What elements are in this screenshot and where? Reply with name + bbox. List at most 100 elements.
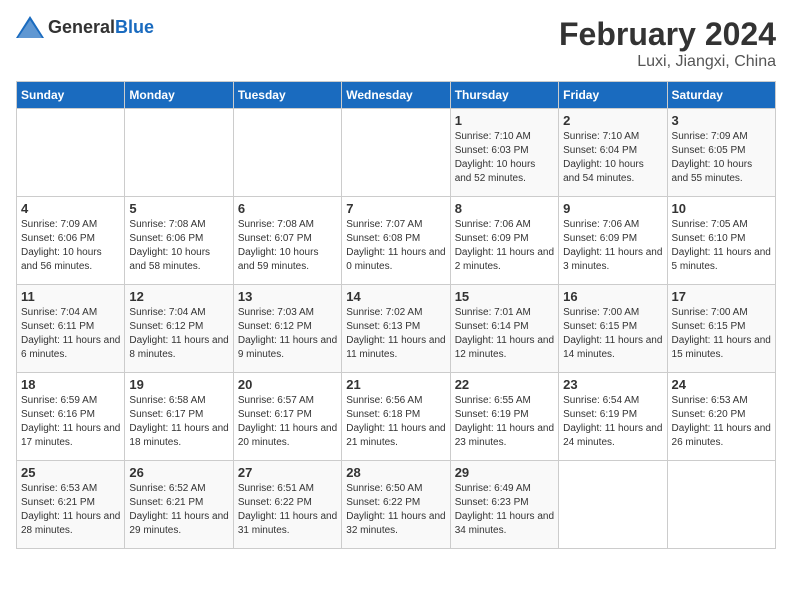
day-number: 19 bbox=[129, 377, 228, 392]
calendar-day-cell: 20 Sunrise: 6:57 AM Sunset: 6:17 PM Dayli… bbox=[233, 373, 341, 461]
calendar-header-row: SundayMondayTuesdayWednesdayThursdayFrid… bbox=[17, 82, 776, 109]
day-info: Sunrise: 6:59 AM Sunset: 6:16 PM Dayligh… bbox=[21, 394, 120, 450]
day-info: Sunrise: 6:50 AM Sunset: 6:22 PM Dayligh… bbox=[346, 482, 445, 538]
day-info: Sunrise: 6:51 AM Sunset: 6:22 PM Dayligh… bbox=[238, 482, 337, 538]
day-of-week-header: Wednesday bbox=[342, 82, 450, 109]
calendar-day-cell: 19 Sunrise: 6:58 AM Sunset: 6:17 PM Dayli… bbox=[125, 373, 233, 461]
calendar-body: 1 Sunrise: 7:10 AM Sunset: 6:03 PM Daylig… bbox=[17, 109, 776, 549]
day-number: 4 bbox=[21, 201, 120, 216]
day-number: 21 bbox=[346, 377, 445, 392]
day-number: 14 bbox=[346, 289, 445, 304]
logo-text-general: General bbox=[48, 17, 115, 37]
day-number: 8 bbox=[455, 201, 554, 216]
day-of-week-header: Monday bbox=[125, 82, 233, 109]
day-number: 2 bbox=[563, 113, 662, 128]
calendar-day-cell: 26Sunrise: 6:52 AM Sunset: 6:21 PM Dayli… bbox=[125, 461, 233, 549]
day-number: 5 bbox=[129, 201, 228, 216]
calendar-day-cell: 18 Sunrise: 6:59 AM Sunset: 6:16 PM Dayli… bbox=[17, 373, 125, 461]
day-of-week-header: Sunday bbox=[17, 82, 125, 109]
calendar-day-cell: 5Sunrise: 7:08 AM Sunset: 6:06 PM Daylig… bbox=[125, 197, 233, 285]
calendar-day-cell: 10 Sunrise: 7:05 AM Sunset: 6:10 PM Dayli… bbox=[667, 197, 775, 285]
calendar-day-cell bbox=[17, 109, 125, 197]
day-of-week-header: Thursday bbox=[450, 82, 558, 109]
calendar-day-cell: 9Sunrise: 7:06 AM Sunset: 6:09 PM Daylig… bbox=[559, 197, 667, 285]
day-number: 11 bbox=[21, 289, 120, 304]
logo-text-blue: Blue bbox=[115, 17, 154, 37]
day-number: 7 bbox=[346, 201, 445, 216]
day-number: 27 bbox=[238, 465, 337, 480]
day-of-week-header: Saturday bbox=[667, 82, 775, 109]
day-number: 15 bbox=[455, 289, 554, 304]
calendar-day-cell: 14 Sunrise: 7:02 AM Sunset: 6:13 PM Dayli… bbox=[342, 285, 450, 373]
calendar-day-cell: 23Sunrise: 6:54 AM Sunset: 6:19 PM Dayli… bbox=[559, 373, 667, 461]
calendar-week-row: 4 Sunrise: 7:09 AM Sunset: 6:06 PM Daylig… bbox=[17, 197, 776, 285]
calendar-day-cell: 7 Sunrise: 7:07 AM Sunset: 6:08 PM Daylig… bbox=[342, 197, 450, 285]
day-number: 6 bbox=[238, 201, 337, 216]
calendar-table: SundayMondayTuesdayWednesdayThursdayFrid… bbox=[16, 81, 776, 549]
day-info: Sunrise: 7:06 AM Sunset: 6:09 PM Dayligh… bbox=[455, 218, 554, 274]
calendar-day-cell: 25Sunrise: 6:53 AM Sunset: 6:21 PM Dayli… bbox=[17, 461, 125, 549]
calendar-day-cell: 28Sunrise: 6:50 AM Sunset: 6:22 PM Dayli… bbox=[342, 461, 450, 549]
calendar-day-cell bbox=[125, 109, 233, 197]
day-info: Sunrise: 7:02 AM Sunset: 6:13 PM Dayligh… bbox=[346, 306, 445, 362]
day-info: Sunrise: 7:05 AM Sunset: 6:10 PM Dayligh… bbox=[672, 218, 771, 274]
page-header: GeneralBlue February 2024 Luxi, Jiangxi,… bbox=[16, 16, 776, 71]
calendar-day-cell: 12 Sunrise: 7:04 AM Sunset: 6:12 PM Dayli… bbox=[125, 285, 233, 373]
day-number: 20 bbox=[238, 377, 337, 392]
calendar-day-cell: 1 Sunrise: 7:10 AM Sunset: 6:03 PM Daylig… bbox=[450, 109, 558, 197]
day-info: Sunrise: 7:07 AM Sunset: 6:08 PM Dayligh… bbox=[346, 218, 445, 274]
day-number: 16 bbox=[563, 289, 662, 304]
day-info: Sunrise: 7:04 AM Sunset: 6:11 PM Dayligh… bbox=[21, 306, 120, 362]
calendar-day-cell: 16 Sunrise: 7:00 AM Sunset: 6:15 PM Dayli… bbox=[559, 285, 667, 373]
day-number: 18 bbox=[21, 377, 120, 392]
calendar-day-cell: 3Sunrise: 7:09 AM Sunset: 6:05 PM Daylig… bbox=[667, 109, 775, 197]
day-info: Sunrise: 7:08 AM Sunset: 6:07 PM Dayligh… bbox=[238, 218, 337, 274]
calendar-day-cell: 29 Sunrise: 6:49 AM Sunset: 6:23 PM Dayli… bbox=[450, 461, 558, 549]
day-number: 29 bbox=[455, 465, 554, 480]
calendar-day-cell: 2Sunrise: 7:10 AM Sunset: 6:04 PM Daylig… bbox=[559, 109, 667, 197]
calendar-day-cell: 15 Sunrise: 7:01 AM Sunset: 6:14 PM Dayli… bbox=[450, 285, 558, 373]
day-number: 26 bbox=[129, 465, 228, 480]
calendar-day-cell: 22Sunrise: 6:55 AM Sunset: 6:19 PM Dayli… bbox=[450, 373, 558, 461]
month-title: February 2024 bbox=[559, 16, 776, 53]
calendar-day-cell: 24Sunrise: 6:53 AM Sunset: 6:20 PM Dayli… bbox=[667, 373, 775, 461]
calendar-week-row: 11 Sunrise: 7:04 AM Sunset: 6:11 PM Dayli… bbox=[17, 285, 776, 373]
title-area: February 2024 Luxi, Jiangxi, China bbox=[559, 16, 776, 71]
calendar-day-cell: 27 Sunrise: 6:51 AM Sunset: 6:22 PM Dayli… bbox=[233, 461, 341, 549]
logo: GeneralBlue bbox=[16, 16, 154, 38]
calendar-day-cell bbox=[233, 109, 341, 197]
calendar-day-cell: 6 Sunrise: 7:08 AM Sunset: 6:07 PM Daylig… bbox=[233, 197, 341, 285]
day-info: Sunrise: 6:56 AM Sunset: 6:18 PM Dayligh… bbox=[346, 394, 445, 450]
calendar-day-cell: 4 Sunrise: 7:09 AM Sunset: 6:06 PM Daylig… bbox=[17, 197, 125, 285]
day-number: 24 bbox=[672, 377, 771, 392]
day-info: Sunrise: 6:57 AM Sunset: 6:17 PM Dayligh… bbox=[238, 394, 337, 450]
day-number: 9 bbox=[563, 201, 662, 216]
calendar-day-cell bbox=[667, 461, 775, 549]
calendar-week-row: 25Sunrise: 6:53 AM Sunset: 6:21 PM Dayli… bbox=[17, 461, 776, 549]
calendar-day-cell: 13 Sunrise: 7:03 AM Sunset: 6:12 PM Dayli… bbox=[233, 285, 341, 373]
day-info: Sunrise: 6:49 AM Sunset: 6:23 PM Dayligh… bbox=[455, 482, 554, 538]
day-info: Sunrise: 7:10 AM Sunset: 6:03 PM Dayligh… bbox=[455, 130, 554, 186]
day-info: Sunrise: 7:03 AM Sunset: 6:12 PM Dayligh… bbox=[238, 306, 337, 362]
day-number: 17 bbox=[672, 289, 771, 304]
day-info: Sunrise: 7:09 AM Sunset: 6:06 PM Dayligh… bbox=[21, 218, 120, 274]
day-number: 10 bbox=[672, 201, 771, 216]
day-of-week-header: Friday bbox=[559, 82, 667, 109]
location-title: Luxi, Jiangxi, China bbox=[559, 53, 776, 71]
day-info: Sunrise: 7:01 AM Sunset: 6:14 PM Dayligh… bbox=[455, 306, 554, 362]
calendar-day-cell bbox=[342, 109, 450, 197]
day-number: 23 bbox=[563, 377, 662, 392]
day-number: 1 bbox=[455, 113, 554, 128]
day-number: 12 bbox=[129, 289, 228, 304]
day-info: Sunrise: 6:55 AM Sunset: 6:19 PM Dayligh… bbox=[455, 394, 554, 450]
day-of-week-header: Tuesday bbox=[233, 82, 341, 109]
day-info: Sunrise: 7:04 AM Sunset: 6:12 PM Dayligh… bbox=[129, 306, 228, 362]
day-info: Sunrise: 6:53 AM Sunset: 6:21 PM Dayligh… bbox=[21, 482, 120, 538]
day-number: 3 bbox=[672, 113, 771, 128]
calendar-day-cell: 17Sunrise: 7:00 AM Sunset: 6:15 PM Dayli… bbox=[667, 285, 775, 373]
day-info: Sunrise: 7:00 AM Sunset: 6:15 PM Dayligh… bbox=[563, 306, 662, 362]
day-info: Sunrise: 6:58 AM Sunset: 6:17 PM Dayligh… bbox=[129, 394, 228, 450]
calendar-day-cell: 8 Sunrise: 7:06 AM Sunset: 6:09 PM Daylig… bbox=[450, 197, 558, 285]
calendar-day-cell: 11 Sunrise: 7:04 AM Sunset: 6:11 PM Dayli… bbox=[17, 285, 125, 373]
day-number: 13 bbox=[238, 289, 337, 304]
